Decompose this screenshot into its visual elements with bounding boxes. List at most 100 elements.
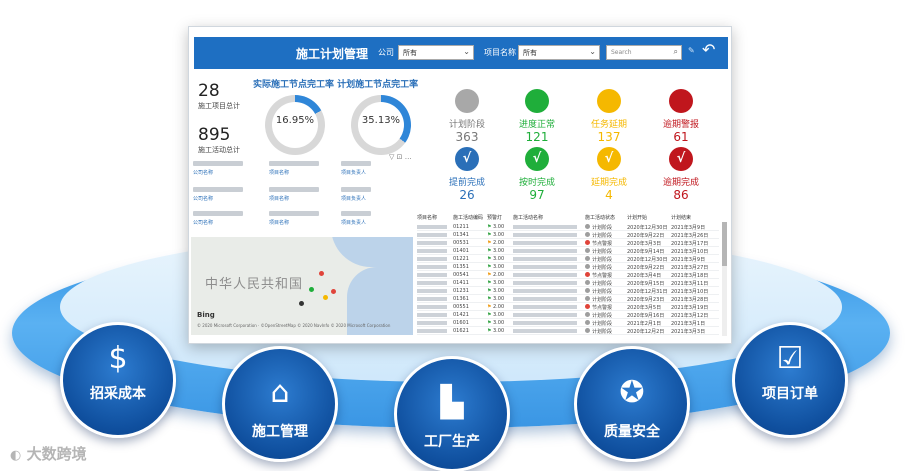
map-marker[interactable]	[319, 271, 324, 276]
table-row[interactable]: 01621 ⚑ 3.00 计划阶段 2020年12月2日 2021年3月3日	[417, 327, 719, 335]
map-marker[interactable]	[299, 301, 304, 306]
table-row[interactable]: 01601 ⚑ 3.00 计划阶段 2021年2月1日 2021年3月1日	[417, 319, 719, 327]
table-row[interactable]: 01341 ⚑ 3.00 计划阶段 2020年9月22日 2021年3月26日	[417, 231, 719, 239]
back-arrow-icon[interactable]: ↶	[702, 40, 715, 59]
pin-icon[interactable]: ✎	[688, 46, 695, 55]
redacted-value	[513, 289, 577, 293]
status-label: 计划阶段	[448, 120, 485, 130]
chevron-down-icon: ⌄	[463, 47, 470, 56]
column-header[interactable]: 施工活动状态	[585, 214, 615, 221]
map-marker[interactable]	[323, 295, 328, 300]
status-label: 逾期警报	[662, 120, 699, 130]
plan-end: 2021年3月27日	[671, 265, 709, 271]
redacted-value	[193, 211, 243, 216]
flag-icon: ⚑	[487, 296, 492, 302]
table-scroll-thumb[interactable]	[722, 222, 727, 266]
status-dot	[585, 312, 590, 317]
bing-logo: Bing	[197, 311, 215, 319]
flag-icon: ⚑	[487, 264, 492, 270]
visual-tools-icon[interactable]: ▽ ⊡ …	[389, 153, 412, 161]
table-row[interactable]: 01361 ⚑ 3.00 计划阶段 2020年9月23日 2021年3月28日	[417, 295, 719, 303]
table-row[interactable]: 01411 ⚑ 3.00 计划阶段 2020年9月15日 2021年3月11日	[417, 279, 719, 287]
status-dot	[585, 248, 590, 253]
warning-level: 2.00	[493, 304, 505, 310]
plan-start: 2020年3月3日	[627, 241, 662, 247]
plan-end: 2021年3月10日	[671, 249, 709, 255]
company-select[interactable]: 所有 ⌄	[398, 45, 474, 60]
plan-start: 2020年9月22日	[627, 233, 665, 239]
module-factory[interactable]: ▙ 工厂生产	[394, 356, 510, 471]
plan-end: 2021年3月10日	[671, 289, 709, 295]
activity-code: 01401	[453, 248, 469, 254]
column-header[interactable]: 计划结束	[671, 214, 691, 221]
table-row[interactable]: 00551 ⚑ 2.00 节点警报 2020年3月5日 2021年3月19日	[417, 303, 719, 311]
search-input[interactable]: Search ⌕	[606, 45, 682, 60]
status-dot	[585, 288, 590, 293]
list-caption: 项目名称	[269, 196, 290, 202]
redacted-value	[417, 313, 447, 317]
dashboard-screenshot: 施工计划管理 公司 所有 ⌄ 项目名称 所有 ⌄ Search ⌕ ✎ ↶ 28…	[188, 26, 732, 344]
activity-code: 00531	[453, 240, 469, 246]
list-caption: 项目名称	[269, 220, 290, 226]
plan-start: 2020年3月5日	[627, 305, 662, 311]
planned-rate-gauge: 35.13%	[351, 95, 411, 155]
map-marker[interactable]	[331, 289, 336, 294]
plan-end: 2021年3月11日	[671, 281, 709, 287]
column-header[interactable]: 项目名称	[417, 214, 437, 221]
redacted-value	[269, 211, 319, 216]
activity-state: 计划阶段	[592, 289, 613, 295]
column-header[interactable]: 施工活动名称	[513, 214, 543, 221]
flag-icon: ⚑	[487, 312, 492, 318]
activity-code: 01601	[453, 320, 469, 326]
status-label: 提前完成	[448, 178, 485, 188]
plan-start: 2020年9月14日	[627, 249, 665, 255]
activity-state: 计划阶段	[592, 321, 613, 327]
plan-end: 2021年3月28日	[671, 297, 709, 303]
redacted-value	[513, 281, 577, 285]
redacted-value	[269, 187, 319, 192]
brand-name: 大数跨境	[26, 445, 87, 463]
flag-icon: ⚑	[487, 328, 492, 334]
map-region-label: 中华人民共和国	[205, 277, 304, 292]
status-count: 26	[459, 188, 475, 202]
column-header[interactable]: 施工活动编码	[453, 214, 483, 221]
table-row[interactable]: 00531 ⚑ 2.00 节点警报 2020年3月3日 2021年3月17日	[417, 239, 719, 247]
module-checklist[interactable]: ☑ 项目订单	[732, 322, 848, 438]
check-icon: √	[597, 147, 621, 171]
check-icon: √	[669, 147, 693, 171]
table-row[interactable]: 01231 ⚑ 3.00 计划阶段 2020年12月31日 2021年3月10日	[417, 287, 719, 295]
list-caption: 公司名称	[193, 196, 214, 202]
table-row[interactable]: 00541 ⚑ 2.00 节点警报 2020年3月4日 2021年3月18日	[417, 271, 719, 279]
redacted-value	[417, 297, 447, 301]
column-header[interactable]: 计划开始	[627, 214, 647, 221]
redacted-value	[417, 289, 447, 293]
redacted-value	[513, 313, 577, 317]
table-row[interactable]: 01211 ⚑ 3.00 计划阶段 2020年12月30日 2021年3月9日	[417, 223, 719, 231]
table-row[interactable]: 01421 ⚑ 3.00 计划阶段 2020年9月16日 2021年3月12日	[417, 311, 719, 319]
status-count: 61	[673, 130, 689, 144]
map-marker[interactable]	[309, 287, 314, 292]
list-caption: 项目负责人	[341, 196, 367, 202]
project-select[interactable]: 所有 ⌄	[518, 45, 600, 60]
column-header[interactable]: 预警灯	[487, 214, 502, 221]
flag-icon: ⚑	[487, 224, 492, 230]
status-dot	[585, 240, 590, 245]
coins-icon: $	[108, 341, 128, 376]
module-crane[interactable]: ⌂ 施工管理	[222, 346, 338, 462]
status-label: 按时完成	[518, 178, 555, 188]
table-row[interactable]: 01351 ⚑ 3.00 计划阶段 2020年9月22日 2021年3月27日	[417, 263, 719, 271]
status-dot	[597, 89, 621, 113]
project-map[interactable]: 中华人民共和国 Bing © 2020 Microsoft Corporatio…	[191, 237, 413, 335]
chevron-down-icon: ⌄	[589, 47, 596, 56]
table-row[interactable]: 01221 ⚑ 3.00 计划阶段 2020年12月30日 2021年3月9日	[417, 255, 719, 263]
redacted-value	[417, 305, 447, 309]
redacted-value	[513, 321, 577, 325]
status-label: 进度正常	[518, 120, 555, 130]
kpi-activity-label: 施工活动总计	[198, 146, 240, 154]
module-coins[interactable]: $ 招采成本	[60, 322, 176, 438]
activity-code: 00551	[453, 304, 469, 310]
table-row[interactable]: 01401 ⚑ 3.00 计划阶段 2020年9月14日 2021年3月10日	[417, 247, 719, 255]
check-icon: √	[525, 147, 549, 171]
status-dot	[455, 89, 479, 113]
module-medal[interactable]: ✪ 质量安全	[574, 346, 690, 462]
